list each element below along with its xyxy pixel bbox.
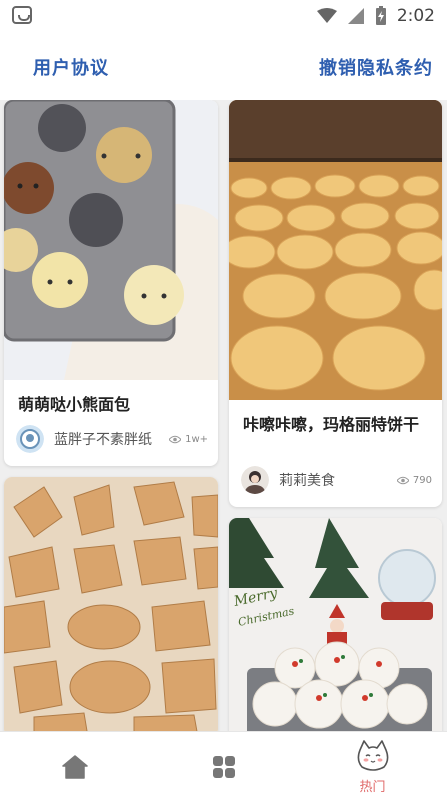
grid-icon [213,756,235,778]
home-icon [62,755,88,779]
cat-icon [357,740,389,771]
battery-icon [375,6,386,25]
tab-categories[interactable] [149,732,298,801]
recipe-card[interactable]: 咔嚓咔嚓，玛格丽特饼干 莉莉美食 790 [229,100,442,507]
status-icons: 2:02 [316,5,435,27]
view-count: 790 [396,474,432,486]
revoke-privacy-link[interactable]: 撤销隐私条约 [319,54,433,80]
bottom-tab-bar: 热门 [0,731,447,801]
recipe-image: Merry Christmas [229,518,442,731]
view-count-value: 790 [412,474,432,486]
wifi-icon [316,8,337,23]
recipe-card[interactable] [4,477,218,731]
recipe-image [4,477,218,731]
author-name: 蓝胖子不素胖纸 [54,432,152,448]
status-time: 2:02 [396,6,435,26]
recipe-title: 咔嚓咔嚓，玛格丽特饼干 [243,415,420,434]
recipe-feed[interactable]: 萌萌哒小熊面包 蓝胖子不素胖纸 1w+ 咔嚓咔嚓，玛格丽特饼干 莉莉美食 790… [0,100,447,731]
view-count: 1w+ [169,434,208,445]
author-avatar [16,425,44,453]
tab-hot-label: 热门 [359,780,386,795]
recipe-meta: 蓝胖子不素胖纸 1w+ [16,425,208,453]
app-notification-icon [12,6,32,24]
author-avatar [241,466,269,494]
signal-icon [347,8,364,24]
eye-icon [396,476,409,484]
recipe-title: 萌萌哒小熊面包 [18,395,131,414]
recipe-image [4,100,218,380]
recipe-card[interactable]: Merry Christmas [229,518,442,731]
eye-icon [169,435,182,443]
recipe-meta: 莉莉美食 790 [241,466,432,494]
status-bar: 2:02 [0,0,447,32]
tab-hot[interactable]: 热门 [298,732,447,801]
user-agreement-link[interactable]: 用户协议 [33,54,109,80]
recipe-image [229,100,442,400]
view-count-value: 1w+ [185,433,208,445]
tab-home[interactable] [0,732,149,801]
top-header: 用户协议 撤销隐私条约 [0,32,447,100]
recipe-card[interactable]: 萌萌哒小熊面包 蓝胖子不素胖纸 1w+ [4,100,218,466]
author-name: 莉莉美食 [279,473,335,489]
